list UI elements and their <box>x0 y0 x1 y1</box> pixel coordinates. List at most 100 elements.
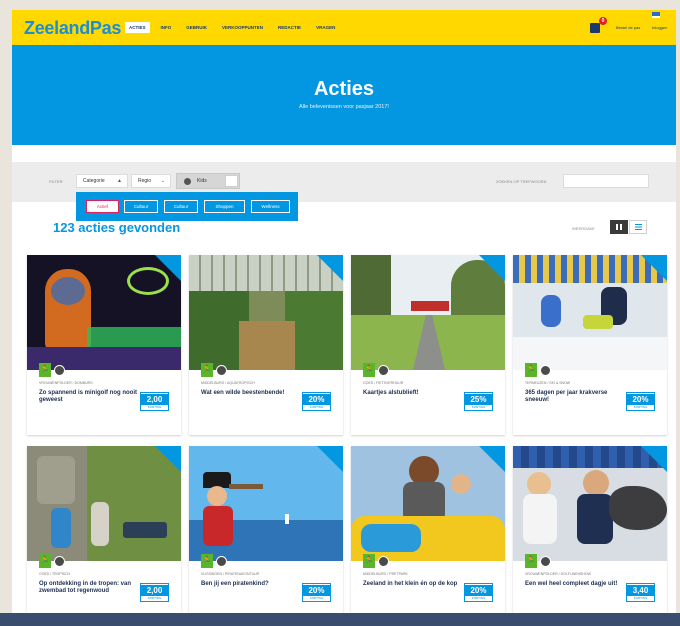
price-label: KORTING <box>633 596 648 600</box>
activity-icon: 🏃 <box>525 554 537 568</box>
card-title: 365 dagen per jaar krakverse sneeuw! <box>525 390 608 403</box>
card-location: VROUWENPOLDER / DOMBURG <box>39 381 93 385</box>
card[interactable]: 🏃 TERNEUZEN / SKI & SNOW 365 dagen per j… <box>513 255 667 435</box>
card-location: GOES / TROPISCH <box>39 572 71 576</box>
chevron-down-icon: ⌄ <box>160 178 165 184</box>
kids-icon <box>540 556 551 567</box>
activity-icon: 🏃 <box>525 363 537 377</box>
region-select[interactable]: Regio ⌄ <box>131 174 171 188</box>
price-value: 2,00 <box>141 585 168 596</box>
kids-icon <box>540 365 551 376</box>
kids-filter[interactable]: Kids <box>176 173 240 189</box>
menu-item-redactie[interactable]: REDACTIE <box>274 22 305 33</box>
new-corner-ribbon <box>317 255 343 281</box>
card[interactable]: 🏃 MIDDELBURG / AQUATROPISCH Wat een wild… <box>189 255 343 435</box>
card[interactable]: 🏃 VROUWENPOLDER / DOLFIJNENSHOW Een wel … <box>513 446 667 616</box>
list-view-icon[interactable] <box>629 220 647 234</box>
language-flag-icon[interactable] <box>652 12 660 18</box>
order-pass-link[interactable]: Bestel de pas <box>616 25 640 30</box>
search-input[interactable] <box>563 174 649 188</box>
card-title: Wat een wilde beestenbende! <box>201 390 285 396</box>
card-image <box>351 255 505 370</box>
new-corner-ribbon <box>479 255 505 281</box>
new-corner-ribbon <box>155 446 181 472</box>
card-location: GOES / FIETSVERHUUR <box>363 381 404 385</box>
price-label: KORTING <box>633 405 648 409</box>
new-corner-ribbon <box>155 255 181 281</box>
menu-item-vragen[interactable]: VRAGEN <box>312 22 339 33</box>
main-menu: ACTIES INFO GEBRUIK VERKOOPPUNTEN REDACT… <box>125 22 339 33</box>
card-location: MIDDELBURG / AQUATROPISCH <box>201 381 255 385</box>
price-badge: 2,00 KORTING <box>140 583 169 602</box>
new-corner-ribbon <box>479 446 505 472</box>
card-title: Een wel heel compleet dagje uit! <box>525 581 618 587</box>
kids-icon <box>378 556 389 567</box>
activity-icon: 🏃 <box>39 363 51 377</box>
activity-icon: 🏃 <box>201 363 213 377</box>
new-corner-ribbon <box>641 255 667 281</box>
category-dropdown: Actief Cultuur Cultuur Shoppen Wellness <box>76 192 298 221</box>
login-link[interactable]: Inloggen <box>652 25 667 30</box>
menu-item-info[interactable]: INFO <box>157 22 176 33</box>
card-image <box>27 255 181 370</box>
activity-icon: 🏃 <box>39 554 51 568</box>
card[interactable]: 🏃 VLISSINGEN / PIRATENAVONTUUR Ben jij e… <box>189 446 343 616</box>
card-title: Zeeland in het klein én op de kop <box>363 581 458 587</box>
kids-icon <box>54 556 65 567</box>
card-location: TERNEUZEN / SKI & SNOW <box>525 381 571 385</box>
page-title: Acties <box>313 78 375 100</box>
hero-banner: Acties Alle belevenissen voor pasjaar 20… <box>12 45 676 145</box>
card-title: Zo spannend is minigolf nog nooit gewees… <box>39 390 137 403</box>
kids-toggle[interactable] <box>225 175 238 187</box>
kids-icon <box>216 556 227 567</box>
category-select-label: Categorie <box>83 178 105 184</box>
price-badge: 20% KORTING <box>302 583 331 602</box>
card-image <box>27 446 181 561</box>
card[interactable]: 🏃 GOES / FIETSVERHUUR Kaartjes alstublie… <box>351 255 505 435</box>
price-label: KORTING <box>309 405 324 409</box>
kids-icon <box>378 365 389 376</box>
price-value: 20% <box>303 585 330 596</box>
price-value: 2,00 <box>141 394 168 405</box>
category-chip-actief[interactable]: Actief <box>86 200 119 213</box>
price-label: KORTING <box>147 405 162 409</box>
category-chip-cultuur-2[interactable]: Cultuur <box>164 200 198 213</box>
card-location: VLISSINGEN / PIRATENAVONTUUR <box>201 572 260 576</box>
region-select-label: Regio <box>138 178 152 184</box>
category-chip-shoppen[interactable]: Shoppen <box>204 200 245 213</box>
logo[interactable]: ZeelandPas <box>24 18 121 39</box>
card-image <box>189 446 343 561</box>
price-value: 20% <box>303 394 330 405</box>
page-subtitle: Alle belevenissen voor pasjaar 2017! <box>299 104 389 110</box>
footer-bar <box>0 613 680 626</box>
cart-icon[interactable] <box>590 23 600 33</box>
price-value: 3,40 <box>627 585 654 596</box>
menu-item-gebruik[interactable]: GEBRUIK <box>182 22 211 33</box>
price-label: KORTING <box>471 596 486 600</box>
price-badge: 20% KORTING <box>626 392 655 411</box>
price-label: KORTING <box>147 596 162 600</box>
search-label: ZOEKEN OP TREFWOORD <box>496 179 547 184</box>
kids-icon <box>54 365 65 376</box>
category-select[interactable]: Categorie ▲ <box>76 174 128 188</box>
activity-icon: 🏃 <box>363 554 375 568</box>
card-image <box>351 446 505 561</box>
price-badge: 25% KORTING <box>464 392 493 411</box>
category-chip-wellness[interactable]: Wellness <box>251 200 290 213</box>
price-badge: 2,00 KORTING <box>140 392 169 411</box>
grid-view-icon[interactable] <box>610 220 628 234</box>
new-corner-ribbon <box>641 446 667 472</box>
filter-label: FILTER <box>49 179 63 184</box>
menu-item-acties[interactable]: ACTIES <box>125 22 150 33</box>
card[interactable]: 🏃 VROUWENPOLDER / DOMBURG Zo spannend is… <box>27 255 181 435</box>
menu-item-verkooppunten[interactable]: VERKOOPPUNTEN <box>218 22 267 33</box>
price-badge: 3,40 KORTING <box>626 583 655 602</box>
card-title: Op ontdekking in de tropen: van zwembad … <box>39 581 132 594</box>
category-chip-cultuur[interactable]: Cultuur <box>124 200 158 213</box>
card-image <box>189 255 343 370</box>
card[interactable]: 🏃 GOES / TROPISCH Op ontdekking in de tr… <box>27 446 181 616</box>
results-count: 123 acties gevonden <box>53 220 181 235</box>
card[interactable]: 🏃 MIDDELBURG / PRETPARK Zeeland in het k… <box>351 446 505 616</box>
top-nav: ZeelandPas ACTIES INFO GEBRUIK VERKOOPPU… <box>12 10 676 45</box>
card-location: VROUWENPOLDER / DOLFIJNENSHOW <box>525 572 591 576</box>
